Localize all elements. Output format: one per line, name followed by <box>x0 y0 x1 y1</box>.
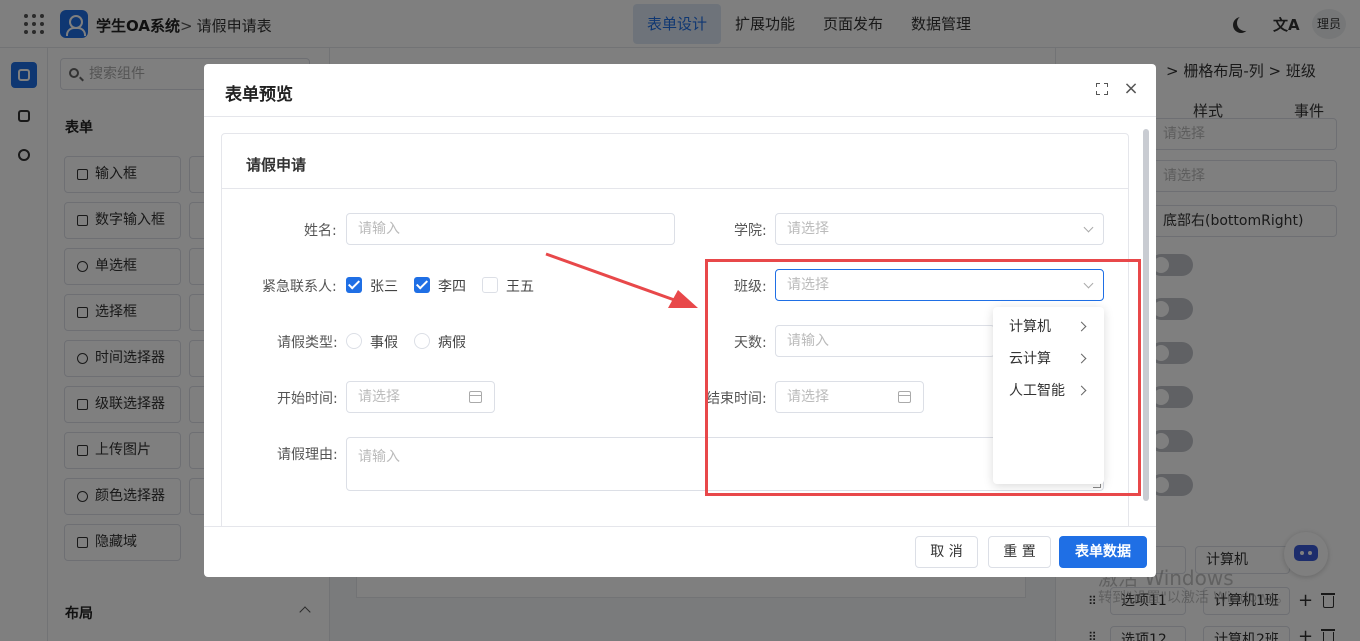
leave-type-option: 事假 <box>370 335 398 351</box>
modal-scrollbar[interactable] <box>1143 129 1149 501</box>
annotation-arrow-icon <box>545 252 698 308</box>
modal-title: 表单预览 <box>225 85 293 105</box>
name-input[interactable]: 请输入 <box>346 213 675 245</box>
radio-personal-leave[interactable] <box>346 333 362 349</box>
reason-label: 请假理由: <box>277 447 338 463</box>
leave-type-label: 请假类型: <box>277 335 338 351</box>
chevron-down-icon <box>1083 222 1094 233</box>
radio-sick-leave[interactable] <box>414 333 430 349</box>
modal-footer: 取 消 重 置 表单数据 <box>204 527 1156 577</box>
close-icon[interactable]: × <box>1122 80 1140 98</box>
college-label: 学院: <box>734 223 767 239</box>
card-title: 请假申请 <box>246 156 307 174</box>
fullscreen-icon[interactable] <box>1096 83 1108 95</box>
checkbox-lisi[interactable] <box>414 277 430 293</box>
card-header: 请假申请 <box>222 134 1128 189</box>
contact-label: 紧急联系人: <box>262 279 337 295</box>
checkbox-wangwu[interactable] <box>482 277 498 293</box>
college-select[interactable]: 请选择 <box>775 213 1104 245</box>
cancel-button[interactable]: 取 消 <box>915 536 978 568</box>
annotation-highlight-box <box>705 259 1141 496</box>
contact-option-label: 王五 <box>506 279 534 295</box>
calendar-icon <box>469 391 482 403</box>
contact-option-label: 李四 <box>438 279 466 295</box>
leave-type-option: 病假 <box>438 335 466 351</box>
submit-form-data-button[interactable]: 表单数据 <box>1059 536 1147 568</box>
start-time-label: 开始时间: <box>277 391 338 407</box>
checkbox-zhangsan[interactable] <box>346 277 362 293</box>
start-time-picker[interactable]: 请选择 <box>346 381 495 413</box>
reset-button[interactable]: 重 置 <box>988 536 1051 568</box>
name-label: 姓名: <box>304 223 337 239</box>
contact-option-label: 张三 <box>370 279 398 295</box>
